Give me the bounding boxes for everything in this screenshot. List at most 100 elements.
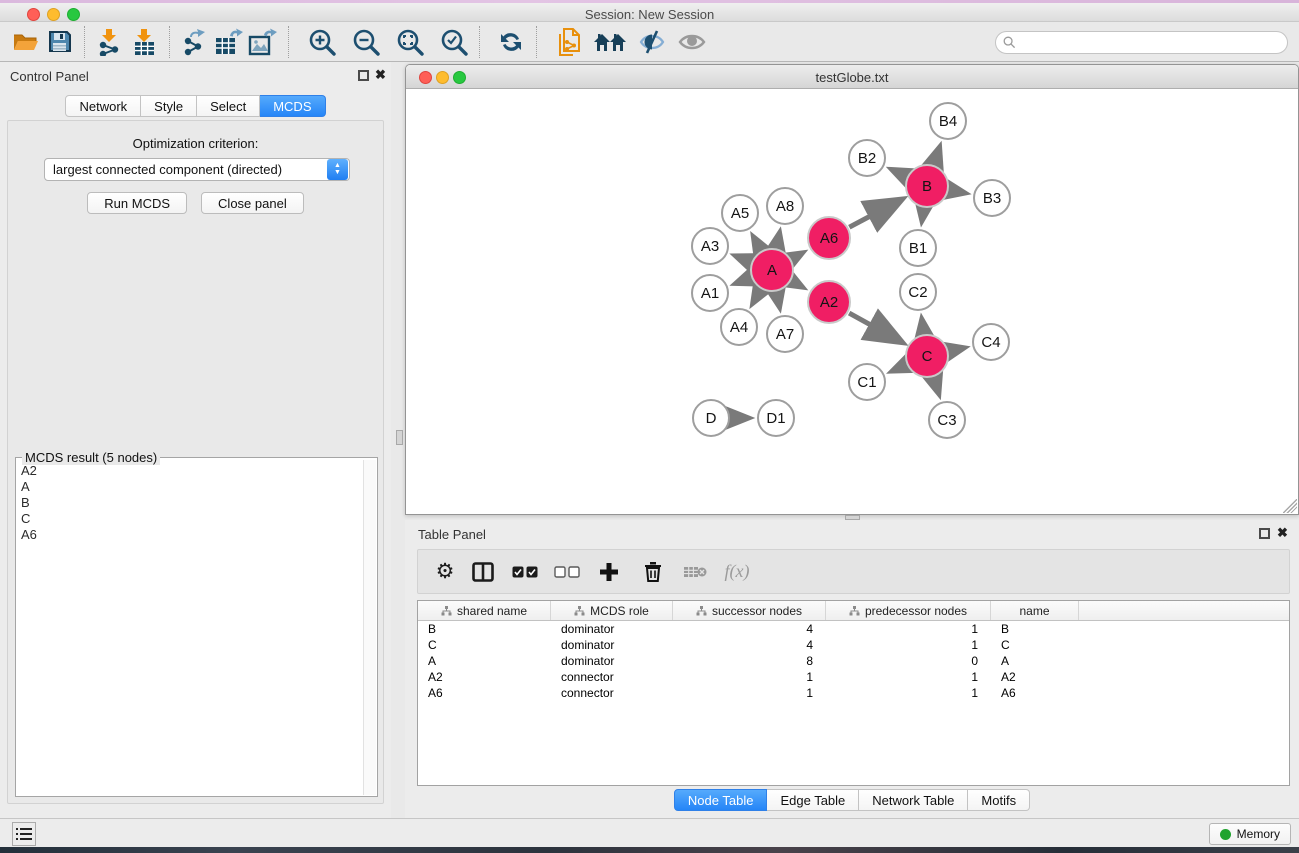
column-header-predecessor-nodes[interactable]: predecessor nodes — [826, 601, 991, 620]
graph-node-A6[interactable]: A6 — [808, 217, 850, 259]
edge-A6-B[interactable] — [849, 200, 900, 227]
table-cell[interactable]: A2 — [991, 670, 1079, 684]
edge-A-A1[interactable] — [735, 278, 750, 284]
search-input[interactable] — [1020, 36, 1287, 50]
table-cell[interactable]: 8 — [673, 654, 826, 668]
column-header-name[interactable]: name — [991, 601, 1079, 620]
close-panel-icon[interactable]: ✖ — [375, 68, 386, 82]
clone-network-icon[interactable] — [553, 26, 587, 58]
table-cell[interactable]: 1 — [826, 670, 991, 684]
table-cell[interactable]: 1 — [826, 638, 991, 652]
table-cell[interactable]: B — [418, 622, 551, 636]
save-session-icon[interactable] — [42, 26, 76, 58]
edge-B-B4[interactable] — [934, 147, 940, 164]
table-cell[interactable]: A — [991, 654, 1079, 668]
graph-node-B3[interactable]: B3 — [974, 180, 1010, 216]
graph-node-A7[interactable]: A7 — [767, 316, 803, 352]
select-all-icon[interactable] — [510, 557, 540, 587]
column-header-successor-nodes[interactable]: successor nodes — [673, 601, 826, 620]
table-cell[interactable]: B — [991, 622, 1079, 636]
table-cell[interactable]: dominator — [551, 638, 673, 652]
show-columns-icon[interactable] — [468, 557, 498, 587]
tab-edge-table[interactable]: Edge Table — [767, 789, 859, 811]
edge-A-A8[interactable] — [777, 232, 780, 247]
zoom-fit-icon[interactable] — [393, 26, 427, 58]
table-cell[interactable]: 4 — [673, 622, 826, 636]
graph-node-B1[interactable]: B1 — [900, 230, 936, 266]
table-cell[interactable]: dominator — [551, 622, 673, 636]
network-canvas[interactable]: B4B2BB3A8A5A6A3B1AA1C2A2A4A7C4CC1C3DD1 — [406, 89, 1298, 514]
run-mcds-button[interactable]: Run MCDS — [87, 192, 187, 214]
table-cell[interactable]: 1 — [826, 622, 991, 636]
table-cell[interactable]: 1 — [673, 686, 826, 700]
graph-node-A4[interactable]: A4 — [721, 309, 757, 345]
tab-style[interactable]: Style — [141, 95, 197, 117]
result-item[interactable]: A — [21, 479, 362, 495]
result-scrollbar[interactable] — [363, 460, 376, 795]
open-session-icon[interactable] — [8, 26, 42, 58]
edge-A-A5[interactable] — [753, 237, 761, 250]
result-item[interactable]: A2 — [21, 463, 362, 479]
export-network-icon[interactable] — [178, 26, 212, 58]
zoom-out-icon[interactable] — [349, 26, 383, 58]
graph-node-A2[interactable]: A2 — [808, 281, 850, 323]
delete-row-icon[interactable] — [638, 557, 668, 587]
window-resize-grip[interactable] — [1283, 499, 1297, 513]
float-panel-icon[interactable] — [358, 70, 369, 81]
edge-A-A6[interactable] — [792, 253, 803, 259]
table-cell[interactable]: C — [418, 638, 551, 652]
table-cell[interactable]: connector — [551, 670, 673, 684]
table-cell[interactable]: 1 — [673, 670, 826, 684]
graph-node-C4[interactable]: C4 — [973, 324, 1009, 360]
edge-C-C1[interactable] — [892, 365, 906, 371]
graph-node-A1[interactable]: A1 — [692, 275, 728, 311]
zoom-selected-icon[interactable] — [437, 26, 471, 58]
edge-B-B2[interactable] — [891, 169, 906, 176]
graph-node-C2[interactable]: C2 — [900, 274, 936, 310]
delete-table-icon[interactable] — [680, 557, 710, 587]
graph-node-B4[interactable]: B4 — [930, 103, 966, 139]
network-graph[interactable]: B4B2BB3A8A5A6A3B1AA1C2A2A4A7C4CC1C3DD1 — [406, 89, 1298, 514]
add-row-icon[interactable] — [594, 557, 624, 587]
export-table-icon[interactable] — [212, 26, 246, 58]
birds-eye-icon[interactable] — [675, 26, 709, 58]
refresh-layout-icon[interactable] — [494, 26, 528, 58]
export-image-icon[interactable] — [246, 26, 280, 58]
table-cell[interactable]: 0 — [826, 654, 991, 668]
tab-network[interactable]: Network — [65, 95, 141, 117]
network-window-titlebar[interactable]: testGlobe.txt — [406, 65, 1298, 89]
hide-panels-icon[interactable] — [635, 26, 669, 58]
tab-motifs[interactable]: Motifs — [968, 789, 1030, 811]
edge-C-C4[interactable] — [949, 348, 964, 351]
table-cell[interactable]: 4 — [673, 638, 826, 652]
criterion-select[interactable]: largest connected component (directed) ▲… — [44, 158, 350, 181]
table-cell[interactable]: A6 — [418, 686, 551, 700]
graph-node-D[interactable]: D — [693, 400, 729, 436]
graph-node-B[interactable]: B — [906, 165, 948, 207]
table-row[interactable]: Adominator80A — [418, 653, 1289, 669]
graph-node-C3[interactable]: C3 — [929, 402, 965, 438]
graph-node-A[interactable]: A — [751, 249, 793, 291]
import-network-icon[interactable] — [93, 26, 127, 58]
table-row[interactable]: Bdominator41B — [418, 621, 1289, 637]
tab-mcds[interactable]: MCDS — [260, 95, 325, 117]
graph-node-A3[interactable]: A3 — [692, 228, 728, 264]
edge-C-C2[interactable] — [922, 319, 924, 333]
import-table-icon[interactable] — [127, 26, 161, 58]
tab-select[interactable]: Select — [197, 95, 260, 117]
tab-node-table[interactable]: Node Table — [674, 789, 768, 811]
graph-node-D1[interactable]: D1 — [758, 400, 794, 436]
equation-builder-icon[interactable]: f(x) — [722, 557, 752, 587]
result-item[interactable]: C — [21, 511, 362, 527]
edge-A-A3[interactable] — [735, 256, 750, 262]
result-item[interactable]: A6 — [21, 527, 362, 543]
close-panel-button[interactable]: Close panel — [201, 192, 304, 214]
graph-node-C1[interactable]: C1 — [849, 364, 885, 400]
graph-node-A5[interactable]: A5 — [722, 195, 758, 231]
table-cell[interactable]: connector — [551, 686, 673, 700]
table-cell[interactable]: dominator — [551, 654, 673, 668]
zoom-in-icon[interactable] — [305, 26, 339, 58]
mcds-result-list[interactable]: A2ABCA6 — [17, 461, 362, 795]
panel-splitter-handle[interactable] — [396, 430, 403, 445]
memory-button[interactable]: Memory — [1209, 823, 1291, 845]
